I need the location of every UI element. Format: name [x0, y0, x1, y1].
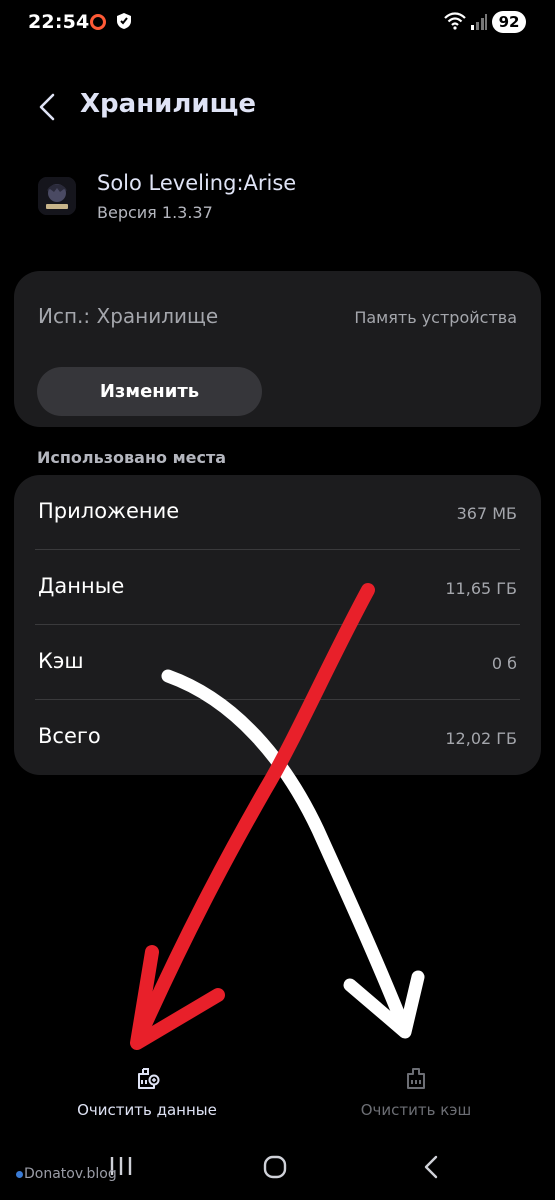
change-button[interactable]: Изменить	[37, 367, 262, 416]
usage-value: 367 МБ	[456, 504, 517, 523]
section-header: Использовано места	[37, 448, 227, 467]
shield-icon	[117, 13, 131, 29]
clear-data-button[interactable]: Очистить данные	[57, 1066, 237, 1119]
opera-icon	[90, 14, 106, 30]
status-bar: 22:54 92	[0, 0, 555, 46]
back-icon[interactable]	[422, 1155, 440, 1179]
usage-card: Приложение 367 МБ Данные 11,65 ГБ Кэш 0 …	[14, 475, 541, 775]
clear-cache-icon	[407, 1068, 425, 1089]
wifi-icon	[444, 12, 466, 30]
clear-cache-label: Очистить кэш	[360, 1101, 472, 1119]
home-icon[interactable]	[263, 1155, 287, 1179]
clear-cache-button[interactable]: Очистить кэш	[326, 1066, 506, 1119]
storage-label: Исп.: Хранилище	[38, 304, 219, 328]
watermark: Donatov.blog	[16, 1166, 117, 1182]
watermark-text: Donatov.blog	[24, 1166, 117, 1182]
status-time: 22:54	[28, 11, 90, 33]
usage-label: Всего	[38, 724, 101, 748]
storage-card: Исп.: Хранилище Память устройства Измени…	[14, 271, 541, 427]
usage-value: 12,02 ГБ	[445, 729, 517, 748]
app-icon	[38, 177, 76, 215]
watermark-dot	[16, 1171, 23, 1178]
clear-data-label: Очистить данные	[77, 1101, 217, 1119]
clear-data-icon	[138, 1068, 160, 1089]
app-version: Версия 1.3.37	[97, 203, 213, 222]
app-name: Solo Leveling:Arise	[97, 171, 297, 195]
usage-label: Кэш	[38, 649, 84, 673]
usage-row-data: Данные 11,65 ГБ	[14, 550, 541, 625]
usage-label: Данные	[38, 574, 125, 598]
battery-badge: 92	[492, 11, 526, 33]
signal-icon	[471, 14, 487, 30]
usage-value: 11,65 ГБ	[445, 579, 517, 598]
chevron-left-icon[interactable]	[36, 92, 58, 122]
usage-row-total: Всего 12,02 ГБ	[14, 700, 541, 775]
usage-value: 0 б	[491, 654, 517, 673]
usage-row-cache: Кэш 0 б	[14, 625, 541, 700]
usage-row-app: Приложение 367 МБ	[14, 475, 541, 550]
storage-location: Память устройства	[354, 308, 517, 327]
usage-label: Приложение	[38, 499, 180, 523]
page-title: Хранилище	[80, 89, 257, 119]
